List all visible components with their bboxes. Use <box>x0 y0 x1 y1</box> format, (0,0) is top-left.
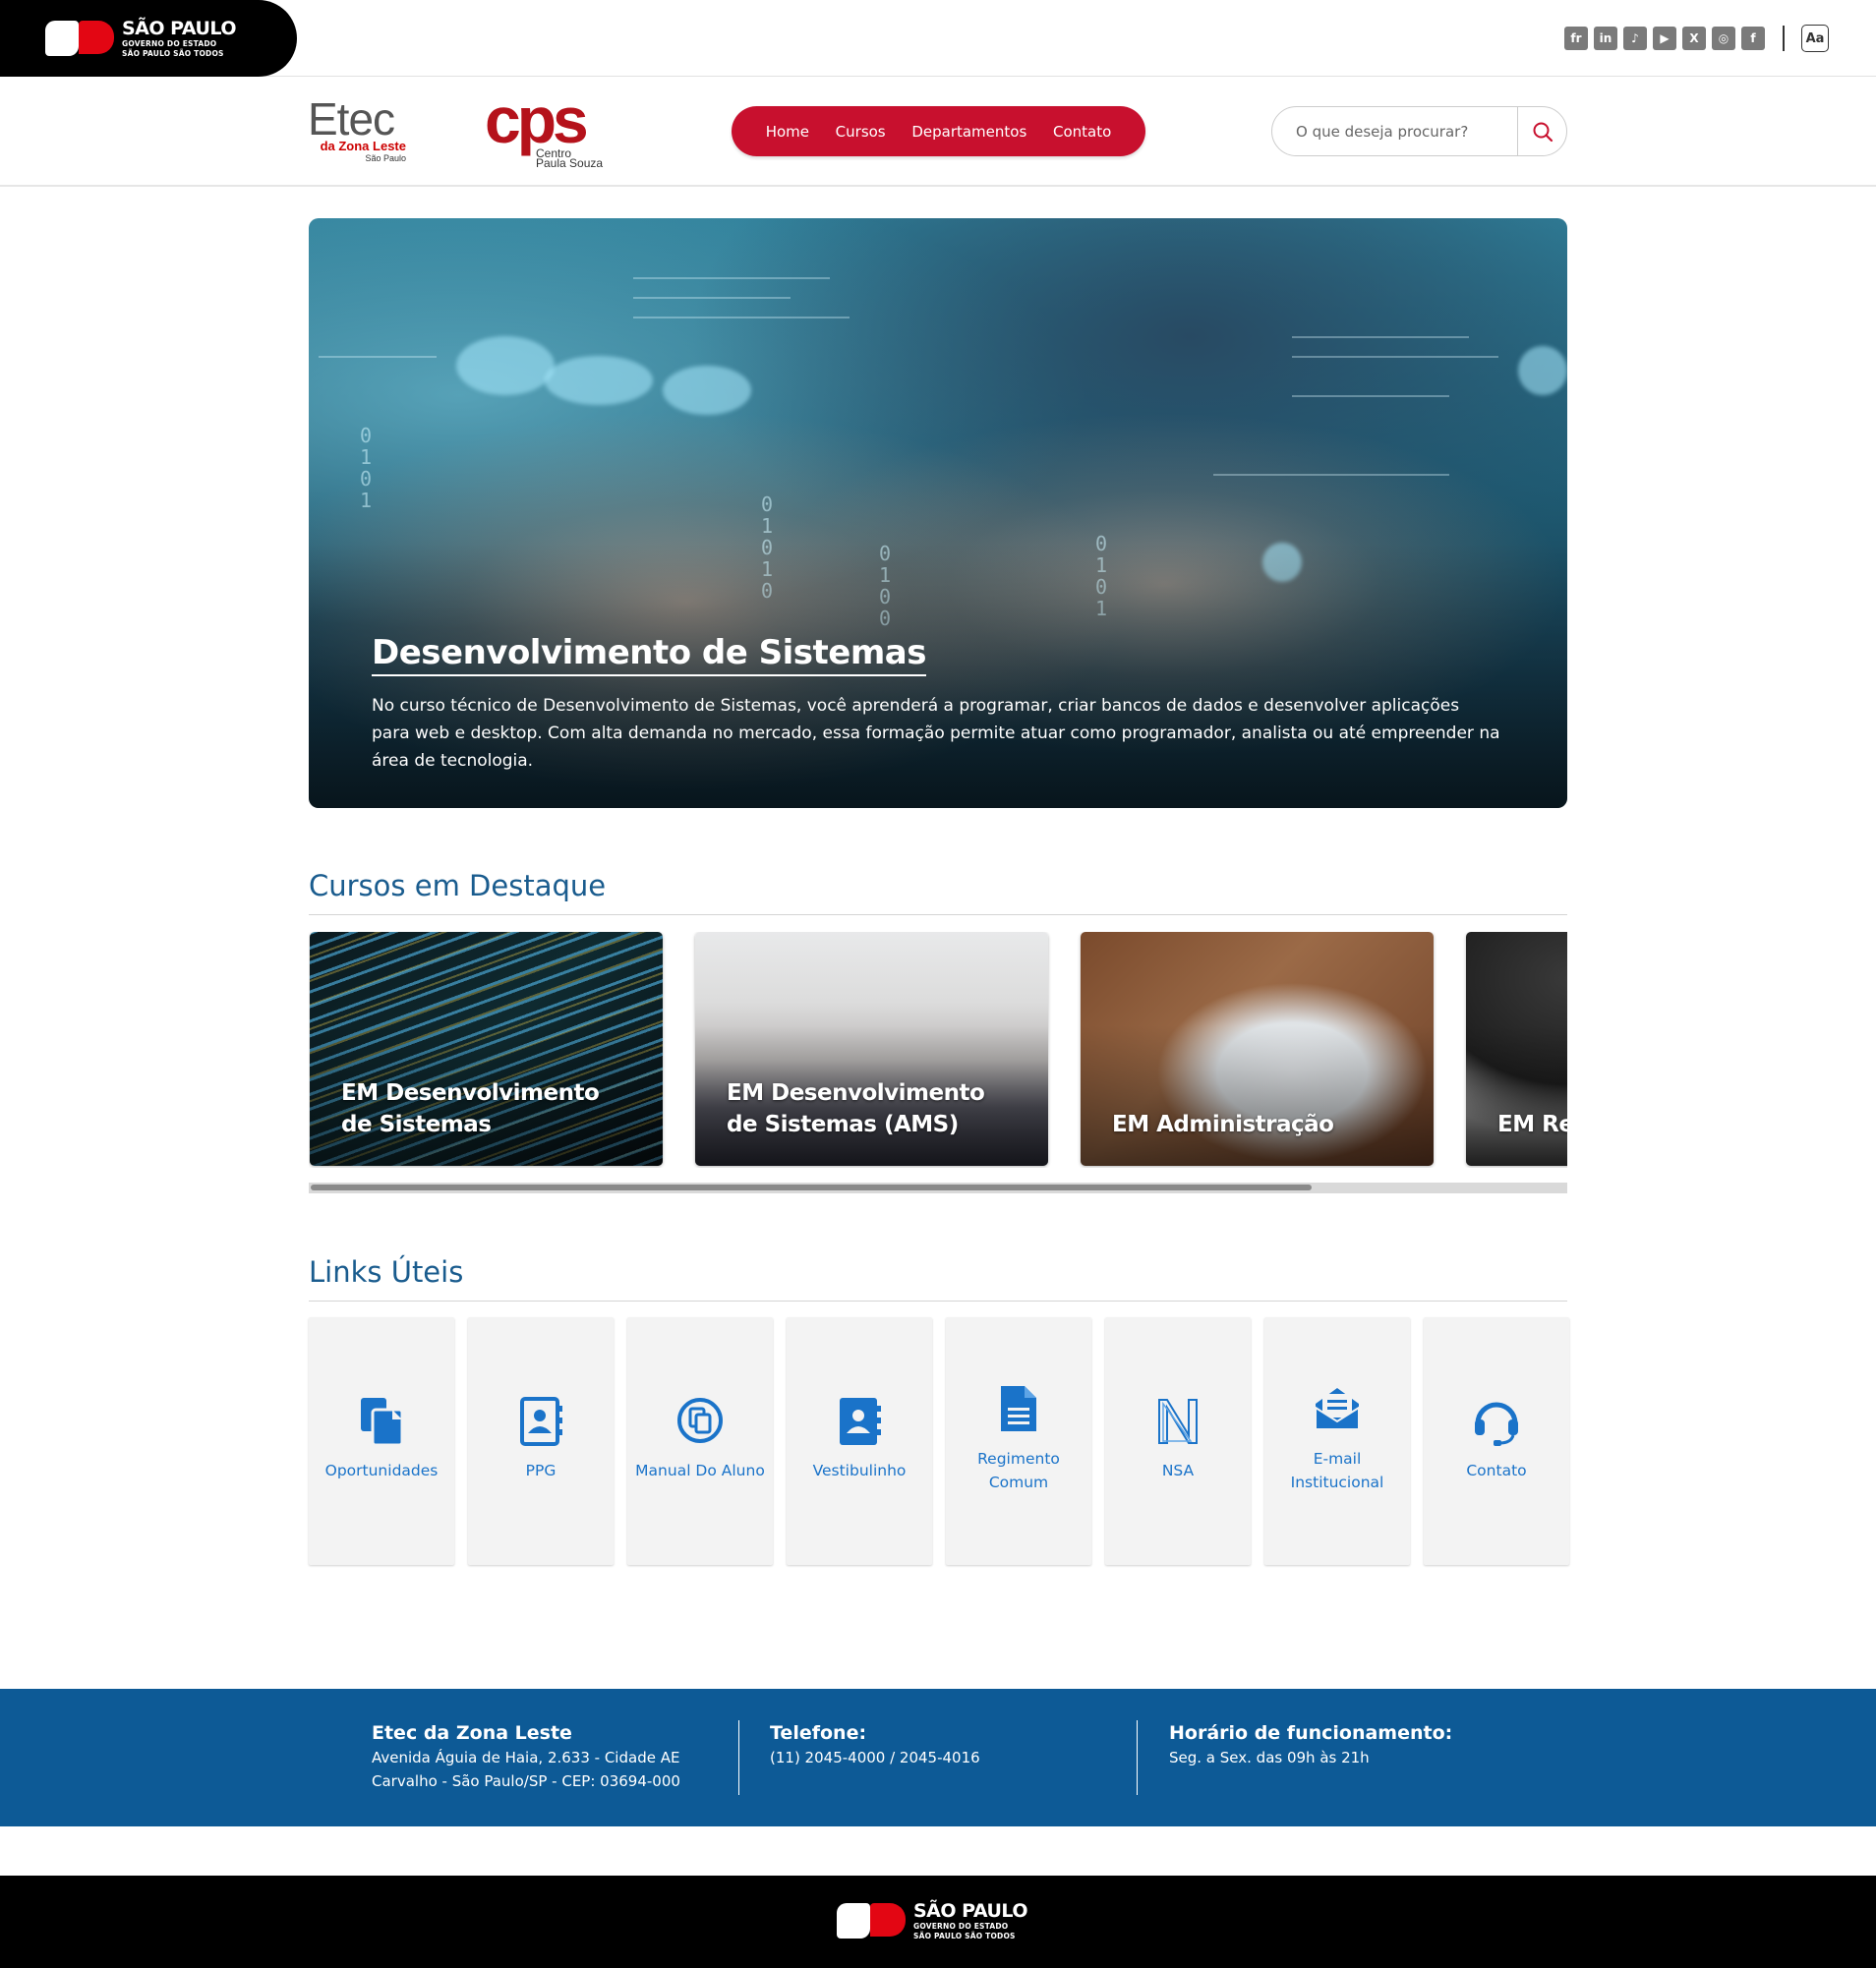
search-icon <box>1533 122 1553 142</box>
etec-logo-subtitle: da Zona Leste <box>320 139 406 153</box>
footer-hours: Horário de funcionamento: Seg. a Sex. da… <box>1169 1720 1562 1769</box>
link-card-contato[interactable]: Contato <box>1424 1317 1569 1565</box>
course-carousel: EM Desenvolvimento de Sistemas EM Desenv… <box>309 932 1567 1168</box>
footer-hours-title: Horário de funcionamento: <box>1169 1722 1453 1744</box>
link-card-oportunidades[interactable]: Oportunidades <box>309 1317 454 1565</box>
nav-cursos[interactable]: Cursos <box>836 123 886 141</box>
youtube-icon[interactable]: ▶ <box>1653 27 1676 50</box>
etec-logo[interactable]: Etec da Zona Leste São Paulo <box>308 93 416 167</box>
logo-tagline: SÃO PAULO SÃO TODOS <box>122 48 224 58</box>
footer-address: Etec da Zona Leste Avenida Águia de Haia… <box>372 1720 696 1793</box>
site-footer: Etec da Zona Leste Avenida Águia de Haia… <box>0 1689 1876 1826</box>
document-icon <box>1001 1386 1036 1431</box>
sao-paulo-government-logo[interactable]: SÃO PAULO GOVERNO DO ESTADO SÃO PAULO SÃ… <box>837 1901 1027 1940</box>
link-card-label: Oportunidades <box>324 1462 439 1479</box>
link-card-email-institucional[interactable]: E-mail Institucional <box>1264 1317 1410 1565</box>
useful-links-title: Links Úteis <box>309 1255 464 1289</box>
cps-logo[interactable]: cps Centro Paula Souza <box>485 84 608 173</box>
nav-home[interactable]: Home <box>766 123 809 141</box>
link-card-vestibulinho[interactable]: Vestibulinho <box>787 1317 932 1565</box>
logo-tagline: SÃO PAULO SÃO TODOS <box>913 1931 1016 1940</box>
course-card-adm[interactable]: EM Administração <box>1081 932 1434 1166</box>
footer-address-line2: Carvalho - São Paulo/SP - CEP: 03694-000 <box>372 1772 680 1790</box>
link-card-label: Contato <box>1466 1462 1527 1479</box>
flickr-icon[interactable]: fr <box>1564 27 1588 50</box>
footer-address-line1: Avenida Águia de Haia, 2.633 - Cidade AE <box>372 1749 680 1766</box>
instagram-icon[interactable]: ◎ <box>1712 27 1735 50</box>
government-logo-pill[interactable]: SÃO PAULO GOVERNO DO ESTADO SÃO PAULO SÃ… <box>0 0 297 77</box>
section-divider <box>309 914 1567 915</box>
headset-icon <box>1475 1402 1518 1446</box>
link-card-regimento-comum[interactable]: Regimento Comum <box>946 1317 1091 1565</box>
site-header: Etec da Zona Leste São Paulo cps Centro … <box>0 77 1876 187</box>
footer-address-title: Etec da Zona Leste <box>372 1722 572 1744</box>
cps-logo-mark: cps <box>485 84 589 156</box>
footer-divider <box>1137 1720 1138 1795</box>
logo-subtitle: GOVERNO DO ESTADO <box>913 1922 1009 1931</box>
social-links: fr in ♪ ▶ X ◎ f <box>1564 27 1765 50</box>
section-divider <box>309 1301 1567 1302</box>
course-card-ds[interactable]: EM Desenvolvimento de Sistemas <box>310 932 663 1166</box>
clipboard-icon <box>361 1398 404 1447</box>
linkedin-icon[interactable]: in <box>1594 27 1617 50</box>
course-card-label: EM Desenvolvimento de Sistemas (AMS) <box>727 1080 985 1137</box>
facebook-icon[interactable]: f <box>1741 27 1765 50</box>
link-card-label: NSA <box>1161 1462 1195 1479</box>
course-card-label: EM Administração <box>1112 1112 1334 1137</box>
contact-book-icon <box>520 1397 562 1446</box>
etec-logo-title: Etec <box>308 93 395 145</box>
link-card-ppg[interactable]: PPG <box>468 1317 614 1565</box>
tiktok-icon[interactable]: ♪ <box>1623 27 1647 50</box>
useful-links-grid: Oportunidades PPG Manual Do Aluno Vestib… <box>309 1317 1569 1565</box>
main-nav: Home Cursos Departamentos Contato <box>732 106 1145 156</box>
link-card-label: Regimento Comum <box>977 1450 1060 1491</box>
logo-title: SÃO PAULO <box>122 18 236 39</box>
email-icon <box>1315 1388 1360 1430</box>
sp-logo-mark-icon <box>837 1901 908 1940</box>
government-bottom-bar: SÃO PAULO GOVERNO DO ESTADO SÃO PAULO SÃ… <box>0 1876 1876 1968</box>
nsa-logo-icon <box>1158 1399 1198 1444</box>
hero-banner[interactable]: 0 1 0 1 0 1 0 1 0 0 1 0 0 0 1 0 1 Desenv… <box>309 218 1567 808</box>
course-card-label: EM Rec <box>1497 1112 1567 1137</box>
course-card-label: EM Desenvolvimento de Sistemas <box>341 1080 600 1137</box>
address-book-icon <box>840 1398 881 1445</box>
course-card-ds-ams[interactable]: EM Desenvolvimento de Sistemas (AMS) <box>695 932 1048 1166</box>
course-card-rec[interactable]: EM Rec <box>1466 932 1567 1166</box>
x-icon[interactable]: X <box>1682 27 1706 50</box>
copy-circle-icon <box>677 1398 723 1443</box>
link-card-label: PPG <box>525 1462 557 1479</box>
footer-divider <box>738 1720 739 1795</box>
footer-hours-text: Seg. a Sex. das 09h às 21h <box>1169 1749 1370 1766</box>
hero-title[interactable]: Desenvolvimento de Sistemas <box>372 633 926 676</box>
search-box <box>1271 106 1567 156</box>
link-card-label: E-mail Institucional <box>1290 1450 1384 1491</box>
footer-phone: Telefone: (11) 2045-4000 / 2045-4016 <box>770 1720 1104 1769</box>
nav-departamentos[interactable]: Departamentos <box>911 123 1026 141</box>
font-size-toggle[interactable]: Aa <box>1801 25 1829 52</box>
link-card-nsa[interactable]: NSA <box>1105 1317 1251 1565</box>
featured-courses-title: Cursos em Destaque <box>309 869 607 902</box>
link-card-label: Manual Do Aluno <box>635 1462 765 1479</box>
etec-logo-city: São Paulo <box>365 153 406 163</box>
sao-paulo-government-logo[interactable]: SÃO PAULO GOVERNO DO ESTADO SÃO PAULO SÃ… <box>45 19 236 58</box>
footer-phone-numbers: (11) 2045-4000 / 2045-4016 <box>770 1749 980 1766</box>
government-top-bar: SÃO PAULO GOVERNO DO ESTADO SÃO PAULO SÃ… <box>0 0 1876 77</box>
toolbar-divider <box>1783 26 1785 51</box>
logo-title: SÃO PAULO <box>913 1900 1027 1922</box>
search-input[interactable] <box>1272 107 1518 155</box>
footer-phone-title: Telefone: <box>770 1722 867 1744</box>
sp-logo-mark-icon <box>45 19 116 58</box>
logo-subtitle: GOVERNO DO ESTADO <box>122 39 217 48</box>
cps-logo-line2: Paula Souza <box>536 156 604 170</box>
link-card-label: Vestibulinho <box>812 1462 907 1479</box>
nav-contato[interactable]: Contato <box>1053 123 1111 141</box>
search-button[interactable] <box>1517 107 1566 155</box>
link-card-manual-do-aluno[interactable]: Manual Do Aluno <box>627 1317 773 1565</box>
hero-description: No curso técnico de Desenvolvimento de S… <box>372 696 1500 771</box>
carousel-scrollbar-thumb[interactable] <box>311 1185 1312 1190</box>
